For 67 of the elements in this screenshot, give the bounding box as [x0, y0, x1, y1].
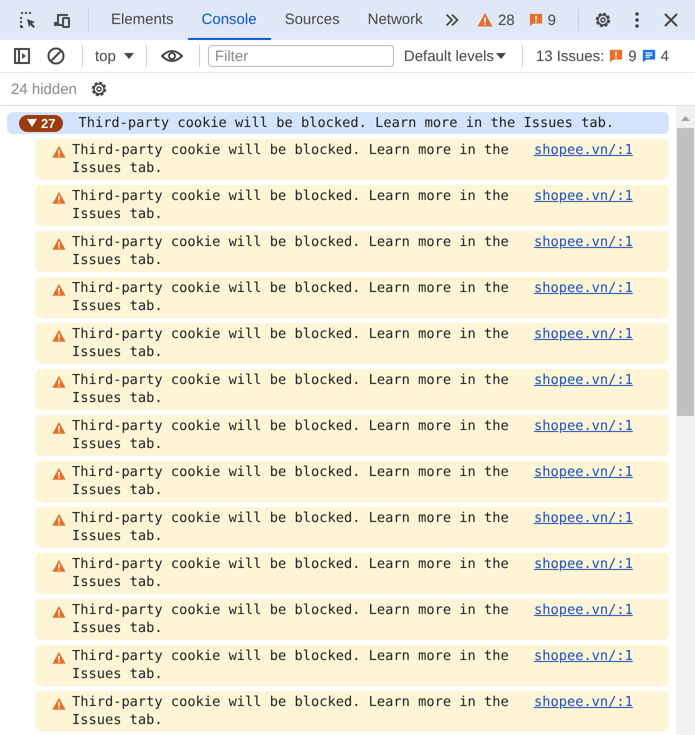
group-message: Third-party cookie will be blocked. Learn more in the Issues tab.: [78, 115, 614, 131]
source-link[interactable]: shopee.vn/:1: [534, 371, 633, 389]
warning-icon: [52, 145, 66, 159]
message-text: Third-party cookie will be blocked. Learn more in the Issues tab.: [72, 279, 510, 315]
caret-icon: [124, 51, 134, 61]
message-text: Third-party cookie will be blocked. Learn more in the Issues tab.: [72, 187, 510, 223]
source-link[interactable]: shopee.vn/:1: [534, 601, 633, 619]
warning-count: 28: [498, 12, 515, 28]
source-link[interactable]: shopee.vn/:1: [534, 555, 633, 573]
levels-dropdown[interactable]: Default levels: [400, 48, 510, 64]
source-link[interactable]: shopee.vn/:1: [534, 187, 633, 205]
warning-icon: [52, 421, 66, 435]
warning-icon: [52, 329, 66, 343]
error-count: 9: [548, 12, 556, 28]
source-link[interactable]: shopee.vn/:1: [534, 325, 633, 343]
settings-icon[interactable]: [593, 10, 613, 30]
source-link[interactable]: shopee.vn/:1: [534, 417, 633, 435]
warning-icon: [52, 651, 66, 665]
warning-icon: [52, 283, 66, 297]
message-text: Third-party cookie will be blocked. Learn more in the Issues tab.: [72, 647, 510, 683]
filter-field[interactable]: Filter: [208, 45, 394, 67]
warning-icon: [52, 237, 66, 251]
hidden-count: 24 hidden: [11, 80, 77, 98]
source-link[interactable]: shopee.vn/:1: [534, 509, 633, 527]
source-link[interactable]: shopee.vn/:1: [534, 233, 633, 251]
message-group[interactable]: 27 Third-party cookie will be blocked. Learn more in the Issues tab.: [7, 112, 669, 134]
caret-icon: [27, 118, 37, 128]
message-text: Third-party cookie will be blocked. Learn more in the Issues tab.: [72, 233, 510, 269]
message-text: Third-party cookie will be blocked. Learn more in the Issues tab.: [72, 693, 510, 729]
source-link[interactable]: shopee.vn/:1: [534, 647, 633, 665]
message-text: Third-party cookie will be blocked. Learn more in the Issues tab.: [72, 417, 510, 453]
warning-icon: [52, 513, 66, 527]
warning-icon: [52, 375, 66, 389]
warning-icon: [476, 12, 493, 28]
message-icon: [642, 49, 656, 63]
error-icon: [609, 49, 624, 63]
issues-label: 13 Issues:: [536, 48, 604, 64]
context-dropdown[interactable]: top: [91, 48, 138, 64]
inspect-icon[interactable]: [18, 10, 38, 30]
clear-icon[interactable]: [46, 46, 66, 66]
warning-icon: [52, 697, 66, 711]
warning-icon: [52, 559, 66, 573]
warning-icon: [52, 605, 66, 619]
message-text: Third-party cookie will be blocked. Learn more in the Issues tab.: [72, 371, 510, 407]
source-link[interactable]: shopee.vn/:1: [534, 463, 633, 481]
group-count-badge[interactable]: 27: [19, 114, 64, 132]
message-text: Third-party cookie will be blocked. Learn more in the Issues tab.: [72, 463, 510, 499]
message-text: Third-party cookie will be blocked. Learn more in the Issues tab.: [72, 601, 510, 637]
panel-tab[interactable]: Sources: [270, 0, 354, 40]
caret-icon: [496, 51, 506, 61]
error-icon: [528, 13, 543, 27]
warning-icon: [52, 467, 66, 481]
source-link[interactable]: shopee.vn/:1: [534, 279, 633, 297]
panel-tab[interactable]: Elements: [97, 0, 188, 40]
source-link[interactable]: shopee.vn/:1: [534, 693, 633, 711]
message-text: Third-party cookie will be blocked. Learn more in the Issues tab.: [72, 325, 510, 361]
message-text: Third-party cookie will be blocked. Learn more in the Issues tab.: [72, 141, 510, 177]
issue-info-count: 4: [660, 48, 669, 64]
warning-icon: [52, 191, 66, 205]
message-text: Third-party cookie will be blocked. Learn more in the Issues tab.: [72, 509, 510, 545]
issue-error-count: 9: [628, 48, 637, 64]
panel-tab[interactable]: Network: [354, 0, 437, 40]
panel-tab[interactable]: Console: [188, 0, 271, 40]
sidebar-icon[interactable]: [12, 46, 32, 66]
source-link[interactable]: shopee.vn/:1: [534, 141, 633, 159]
scrollbar-drawing[interactable]: [676, 106, 695, 735]
message-text: Third-party cookie will be blocked. Learn more in the Issues tab.: [72, 555, 510, 591]
